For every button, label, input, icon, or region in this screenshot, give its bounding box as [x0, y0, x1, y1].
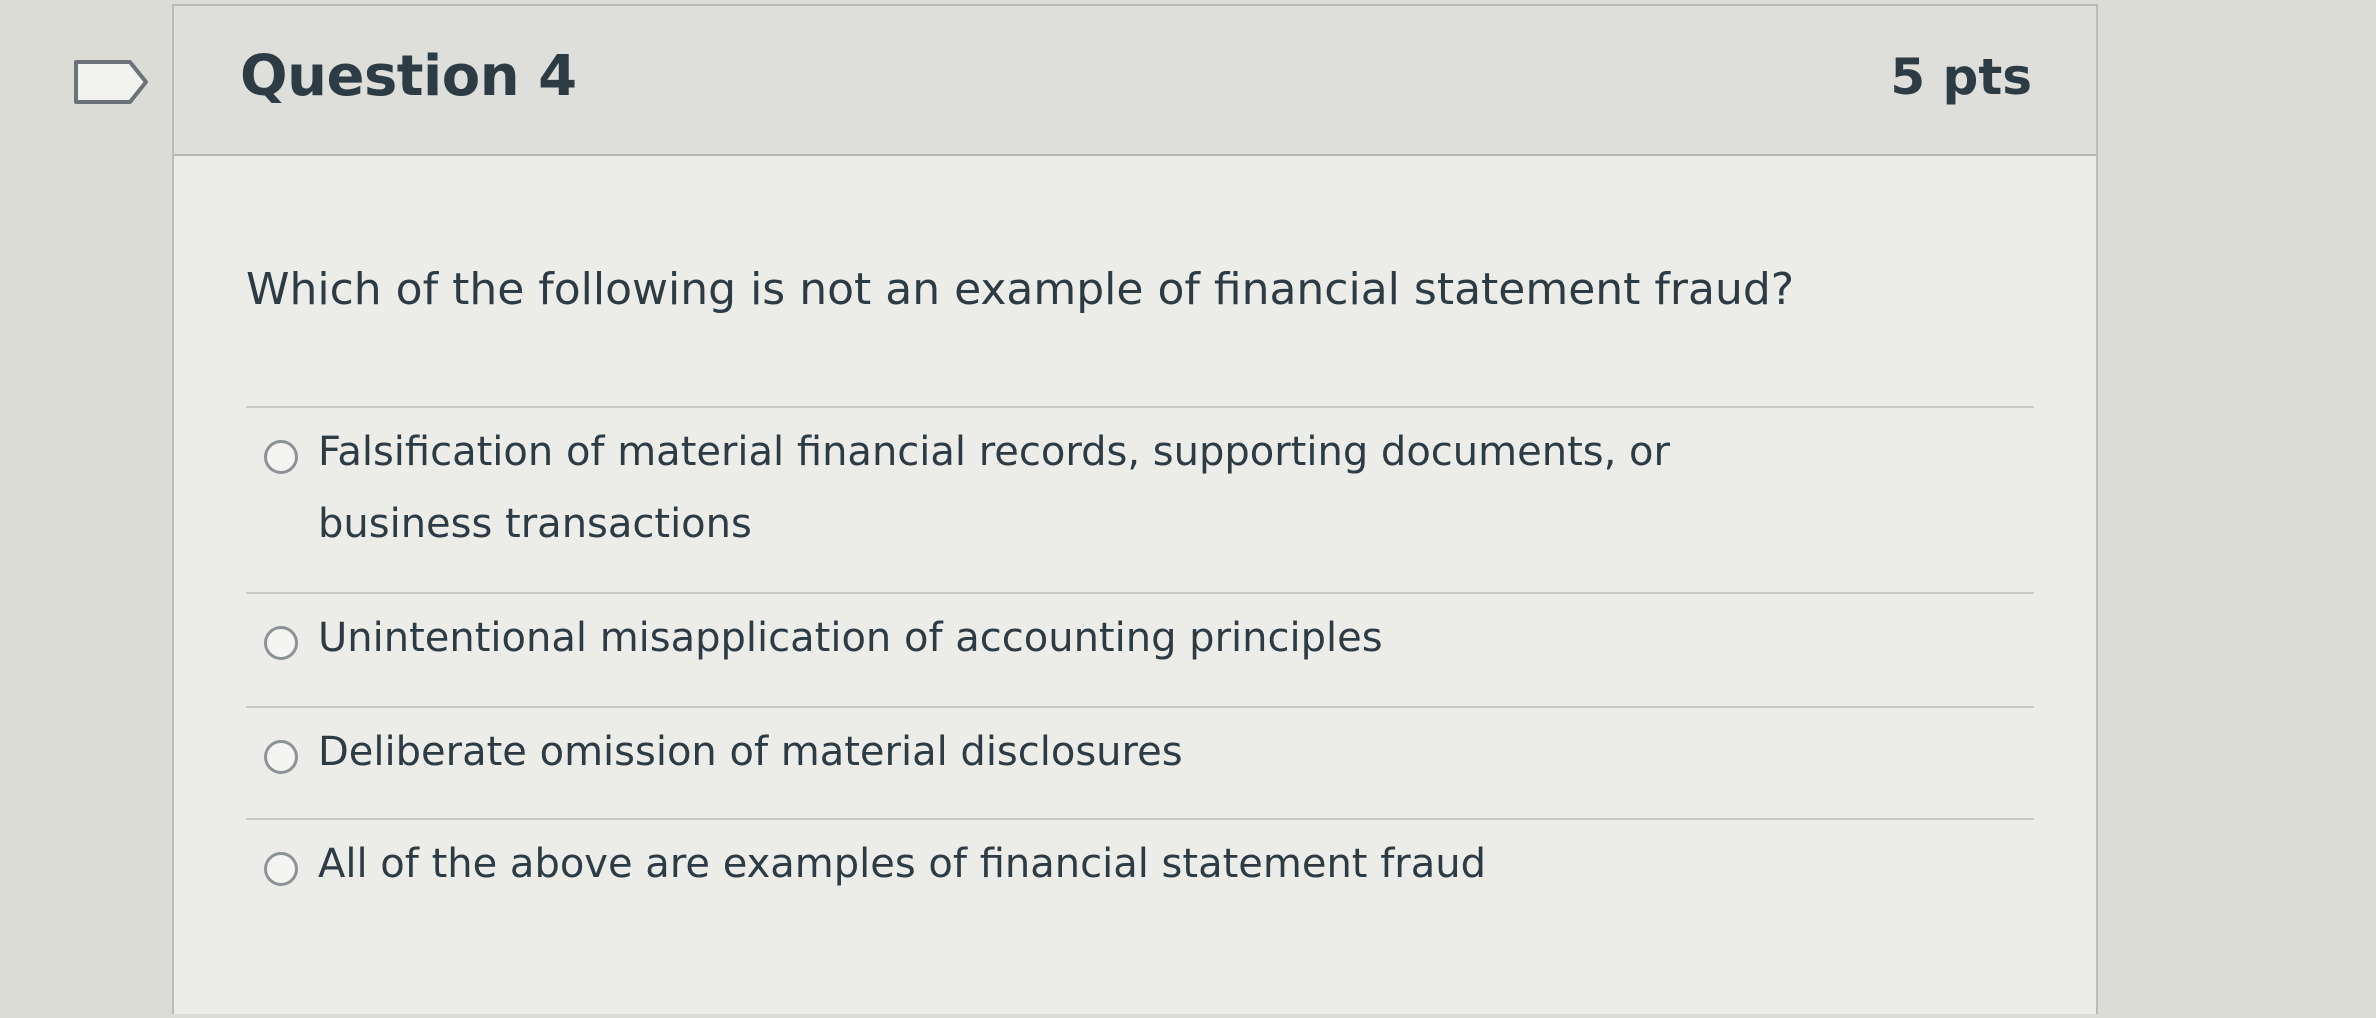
answer-list: Falsification of material financial reco… — [246, 406, 2034, 930]
answer-label[interactable]: Unintentional misapplication of accounti… — [318, 594, 1838, 674]
question-points: 5 pts — [1890, 48, 2032, 106]
question-prompt: Which of the following is not an example… — [246, 264, 1795, 315]
question-title: Question 4 — [240, 44, 577, 109]
answer-label[interactable]: All of the above are examples of financi… — [318, 820, 1838, 900]
answer-option[interactable]: Deliberate omission of material disclosu… — [246, 706, 2034, 818]
bookmark-flag-icon[interactable] — [72, 58, 152, 106]
answer-label[interactable]: Deliberate omission of material disclosu… — [318, 708, 1838, 788]
radio-button-icon[interactable] — [264, 740, 298, 774]
answer-option[interactable]: Unintentional misapplication of accounti… — [246, 592, 2034, 706]
answer-option[interactable]: All of the above are examples of financi… — [246, 818, 2034, 930]
question-card: Question 4 5 pts Which of the following … — [172, 4, 2098, 1014]
radio-button-icon[interactable] — [264, 852, 298, 886]
radio-button-icon[interactable] — [264, 626, 298, 660]
question-header: Question 4 5 pts — [174, 6, 2096, 156]
radio-button-icon[interactable] — [264, 440, 298, 474]
answer-label[interactable]: Falsification of material financial reco… — [318, 408, 1838, 560]
answer-option[interactable]: Falsification of material financial reco… — [246, 406, 2034, 592]
